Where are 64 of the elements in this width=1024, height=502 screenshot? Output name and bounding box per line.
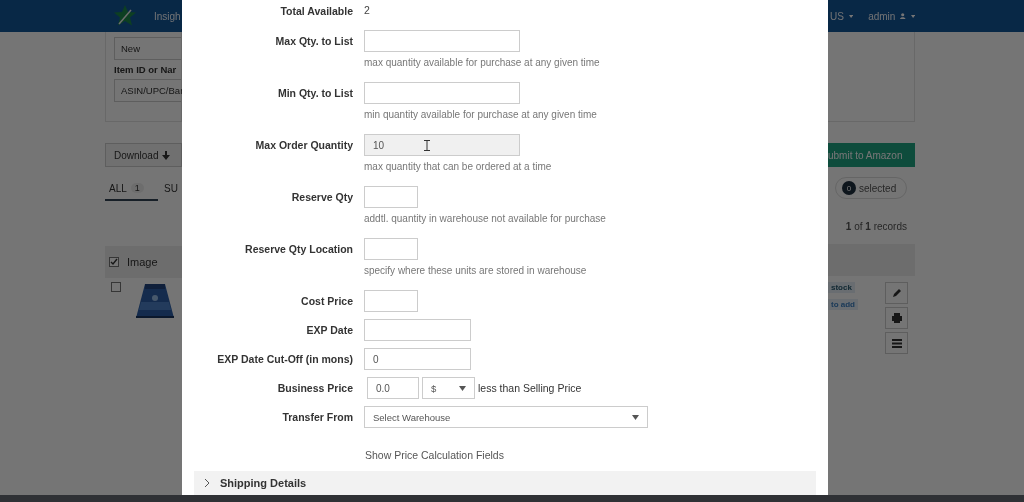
nav-menu[interactable]: US	[830, 10, 844, 22]
records-count: 1 of 1 records	[844, 221, 908, 232]
pencil-icon	[891, 288, 902, 298]
field-label: Cost Price	[300, 294, 353, 309]
warehouse-select[interactable]: Select Warehouse	[364, 406, 648, 428]
section-header[interactable]: Shipping Details	[194, 471, 816, 495]
user-icon	[900, 11, 906, 21]
item-id-field[interactable]: ASIN/UPC/Bar	[114, 79, 181, 102]
text-input[interactable]: 0	[364, 348, 471, 370]
field-label: Reserve Qty	[290, 190, 353, 205]
star-logo-icon	[113, 4, 137, 28]
total-available-value: 2	[364, 3, 370, 18]
menu-button[interactable]	[885, 332, 908, 354]
tab[interactable]: SU	[160, 177, 182, 201]
count-badge: 1	[130, 183, 144, 193]
text-cursor-icon	[424, 140, 430, 151]
tab[interactable]: ALL 1	[105, 177, 159, 201]
field-label: Reserve Qty Location	[244, 242, 353, 257]
price-note: less than Selling Price	[478, 382, 582, 394]
field-label: Transfer From	[281, 410, 353, 425]
brand-name: Insigh	[154, 10, 181, 22]
help-text: max quantity that can be ordered at a time	[364, 160, 552, 174]
menu-icon	[891, 338, 902, 348]
select-all-checkbox[interactable]	[109, 257, 119, 267]
download-button[interactable]: Download	[105, 143, 182, 167]
price-fields-link[interactable]: Show Price Calculation Fields	[365, 449, 504, 461]
unit-select[interactable]: $	[422, 377, 475, 399]
caret-icon	[848, 13, 854, 19]
count-badge: 0	[842, 181, 856, 195]
edit-button[interactable]	[885, 282, 908, 304]
download-icon	[162, 150, 171, 160]
item-id-label: Item ID or Nar	[114, 64, 178, 75]
field-label: Business Price	[276, 381, 353, 396]
status-tag: to add	[828, 299, 858, 310]
caret-icon	[632, 414, 639, 420]
help-text: specify where these units are stored in warehouse	[364, 264, 587, 278]
text-input[interactable]	[364, 238, 418, 260]
selected-label: selected	[859, 182, 897, 194]
help-text: addtl. quantity in warehouse not available for purchase	[364, 212, 606, 226]
field-label: Total Available	[279, 4, 353, 19]
submit-button[interactable]: ubmit to Amazon	[828, 143, 915, 167]
caret-icon	[910, 13, 915, 19]
help-text: max quantity available for purchase at any given time	[364, 56, 600, 70]
help-text: min quantity available for purchase at any given time	[364, 108, 597, 122]
text-input[interactable]	[364, 186, 418, 208]
text-input[interactable]	[364, 82, 520, 104]
field-label: EXP Date	[305, 323, 353, 338]
status-tag: stock	[828, 282, 855, 293]
row-checkbox[interactable]	[111, 282, 121, 292]
user-menu[interactable]: admin	[868, 10, 896, 22]
text-input[interactable]: 10	[364, 134, 520, 156]
chevron-icon	[204, 479, 210, 487]
text-input[interactable]	[364, 30, 520, 52]
column-header: Image	[127, 256, 158, 268]
field-label: Max Qty. to List	[274, 34, 353, 49]
text-input[interactable]	[364, 290, 418, 312]
text-input[interactable]	[364, 319, 471, 341]
field-label: Min Qty. to List	[276, 86, 353, 101]
price-input[interactable]: 0.0	[367, 377, 419, 399]
field-label: Max Order Quantity	[254, 138, 353, 153]
field-label: EXP Date Cut-Off (in mons)	[216, 352, 353, 367]
caret-icon	[459, 385, 466, 391]
condition-select[interactable]: New	[114, 37, 181, 60]
print-button[interactable]	[885, 307, 908, 329]
